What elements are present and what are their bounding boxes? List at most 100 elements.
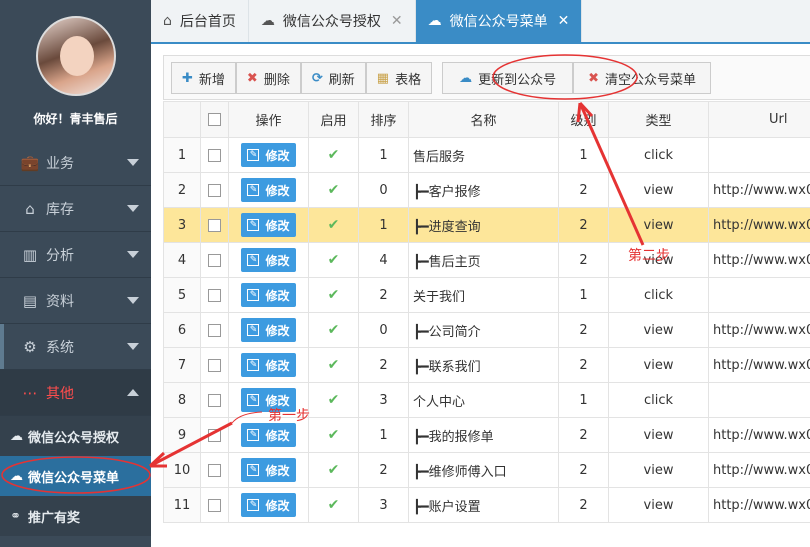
level-cell: 2 xyxy=(558,417,609,453)
select-all-checkbox-cell[interactable] xyxy=(200,101,229,138)
name-cell: 售后服务 xyxy=(408,137,559,173)
url-cell xyxy=(708,382,810,418)
row-checkbox[interactable] xyxy=(208,428,221,442)
menu-item-system[interactable]: ⚙ 系统 xyxy=(0,324,151,370)
tab-bar: ⌂ 后台首页 ☁ 微信公众号授权 ✕ ☁ 微信公众号菜单 ✕ xyxy=(151,0,810,44)
edit-button[interactable]: ✎ 修改 xyxy=(241,283,296,307)
check-icon: ✔ xyxy=(327,357,340,373)
column-header[interactable]: 名称 xyxy=(408,101,559,138)
update-to-wechat-button[interactable]: ☁ 更新到公众号 xyxy=(442,62,574,94)
edit-button[interactable]: ✎ 修改 xyxy=(241,248,296,272)
row-number: 6 xyxy=(163,312,201,348)
table-row[interactable]: 3 ✎ 修改 ✔ 1┣━进度查询2viewhttp://www.wx01 xyxy=(163,207,810,243)
table-row[interactable]: 1 ✎ 修改 ✔ 1 售后服务 1 click xyxy=(163,137,810,173)
column-header[interactable]: 类型 xyxy=(608,101,709,138)
row-checkbox-cell[interactable] xyxy=(200,487,229,523)
tab-home[interactable]: ⌂ 后台首页 xyxy=(151,0,249,42)
row-checkbox[interactable] xyxy=(208,358,221,372)
close-icon[interactable]: ✕ xyxy=(391,13,403,29)
row-checkbox-cell[interactable] xyxy=(200,137,229,173)
avatar[interactable] xyxy=(35,16,116,96)
edit-button[interactable]: ✎ 修改 xyxy=(241,178,296,202)
edit-icon: ✎ xyxy=(247,499,260,511)
chevron-down-icon xyxy=(127,159,139,166)
edit-button[interactable]: ✎ 修改 xyxy=(241,318,296,342)
tab-wechat-menu[interactable]: ☁ 微信公众号菜单 ✕ xyxy=(415,0,583,42)
add-button[interactable]: ✚ 新增 xyxy=(171,62,236,94)
row-checkbox-cell[interactable] xyxy=(200,417,229,453)
edit-label: 修改 xyxy=(265,288,290,303)
type-cell: click xyxy=(608,137,709,173)
menu-table-container: 操作 启用 排序 名称 级别 类型 Url 1 ✎ 修改 ✔ 1 售后服务 1 click 2 ✎… xyxy=(163,101,810,547)
edit-label: 修改 xyxy=(265,498,290,513)
row-checkbox-cell[interactable] xyxy=(200,172,229,208)
menu-item-inventory[interactable]: ⌂ 库存 xyxy=(0,186,151,232)
column-header[interactable]: 排序 xyxy=(358,101,409,138)
row-checkbox[interactable] xyxy=(208,393,221,407)
url-cell: http://www.wx01 xyxy=(708,242,810,278)
refresh-button[interactable]: ⟳ 刷新 xyxy=(300,62,366,94)
edit-button[interactable]: ✎ 修改 xyxy=(241,213,296,237)
table-row[interactable]: 9 ✎ 修改 ✔ 1┣━我的报修单2viewhttp://www.wx01 xyxy=(163,417,810,453)
edit-button[interactable]: ✎ 修改 xyxy=(241,353,296,377)
row-checkbox[interactable] xyxy=(208,288,221,302)
edit-button[interactable]: ✎ 修改 xyxy=(241,493,296,517)
enabled-cell: ✔ xyxy=(308,347,359,383)
column-header: 启用 xyxy=(308,101,359,138)
menu-label: 分析 xyxy=(46,247,74,264)
submenu-item-wechat-auth[interactable]: ☁ 微信公众号授权 xyxy=(0,416,151,456)
table-row[interactable]: 8 ✎ 修改 ✔ 3 个人中心 1 click xyxy=(163,382,810,418)
clear-wechat-menu-button[interactable]: ✖ 清空公众号菜单 xyxy=(573,62,712,94)
table-button[interactable]: ▦ 表格 xyxy=(365,62,433,94)
row-checkbox[interactable] xyxy=(208,463,221,477)
column-header[interactable]: Url xyxy=(708,101,810,138)
row-checkbox-cell[interactable] xyxy=(200,242,229,278)
tab-wechat-auth[interactable]: ☁ 微信公众号授权 ✕ xyxy=(249,0,416,42)
edit-button[interactable]: ✎ 修改 xyxy=(241,143,296,167)
edit-button[interactable]: ✎ 修改 xyxy=(241,423,296,447)
select-all-checkbox[interactable] xyxy=(208,113,221,126)
table-row[interactable]: 5 ✎ 修改 ✔ 2 关于我们 1 click xyxy=(163,277,810,313)
toolbar: ✚ 新增 ✖ 删除 ⟳ 刷新 ▦ 表格 ☁ 更新到公众号 ✖ 清空公众号菜单 xyxy=(171,62,712,94)
row-checkbox[interactable] xyxy=(208,323,221,337)
row-checkbox-cell[interactable] xyxy=(200,277,229,313)
menu-item-analysis[interactable]: ▥ 分析 xyxy=(0,232,151,278)
table-row[interactable]: 7✎修改✔2┣━联系我们2viewhttp://www.wx01 xyxy=(163,347,810,383)
table-row[interactable]: 2✎修改✔0┣━客户报修2viewhttp://www.wx01 xyxy=(163,172,810,208)
close-icon[interactable]: ✕ xyxy=(558,13,570,29)
level-cell: 2 xyxy=(558,452,609,488)
table-row[interactable]: 11 ✎ 修改 ✔ 3┣━账户设置2viewhttp://www.wx01 xyxy=(163,487,810,523)
row-checkbox[interactable] xyxy=(208,218,221,232)
row-checkbox-cell[interactable] xyxy=(200,312,229,348)
row-checkbox[interactable] xyxy=(208,498,221,512)
row-checkbox-cell[interactable] xyxy=(200,347,229,383)
table-row[interactable]: 4✎修改✔4┣━售后主页2viewhttp://www.wx01 xyxy=(163,242,810,278)
row-checkbox[interactable] xyxy=(208,253,221,267)
menu-item-data[interactable]: ▤ 资料 xyxy=(0,278,151,324)
row-checkbox-cell[interactable] xyxy=(200,452,229,488)
action-cell: ✎ 修改 xyxy=(228,312,309,348)
wechat-icon: ☁ xyxy=(427,13,442,29)
row-checkbox[interactable] xyxy=(208,148,221,162)
row-checkbox-cell[interactable] xyxy=(200,207,229,243)
edit-label: 修改 xyxy=(265,428,290,443)
edit-button[interactable]: ✎ 修改 xyxy=(241,458,296,482)
submenu-item-wechat-menu[interactable]: ☁ 微信公众号菜单 xyxy=(0,456,151,496)
table-row[interactable]: 6 ✎ 修改 ✔ 0┣━公司简介2viewhttp://www.wx01 xyxy=(163,312,810,348)
submenu-item-referral[interactable]: ⚭ 推广有奖 xyxy=(0,496,151,536)
row-number: 5 xyxy=(163,277,201,313)
column-header[interactable]: 级别 xyxy=(558,101,609,138)
menu-item-other[interactable]: ⋯ 其他 xyxy=(0,370,151,416)
tab-label: 微信公众号菜单 xyxy=(449,14,548,30)
row-checkbox-cell[interactable] xyxy=(200,382,229,418)
chart-icon: ▥ xyxy=(22,245,38,264)
check-icon: ✔ xyxy=(327,497,340,513)
action-cell: ✎ 修改 xyxy=(228,207,309,243)
edit-icon: ✎ xyxy=(247,289,260,301)
enabled-cell: ✔ xyxy=(308,172,359,208)
menu-item-business[interactable]: 💼 业务 xyxy=(0,140,151,186)
table-row[interactable]: 10✎修改✔2┣━维修师傅入口2viewhttp://www.wx01 xyxy=(163,452,810,488)
delete-button[interactable]: ✖ 删除 xyxy=(235,62,301,94)
name-cell: ┣━售后主页 xyxy=(408,242,559,278)
row-checkbox[interactable] xyxy=(208,183,221,197)
